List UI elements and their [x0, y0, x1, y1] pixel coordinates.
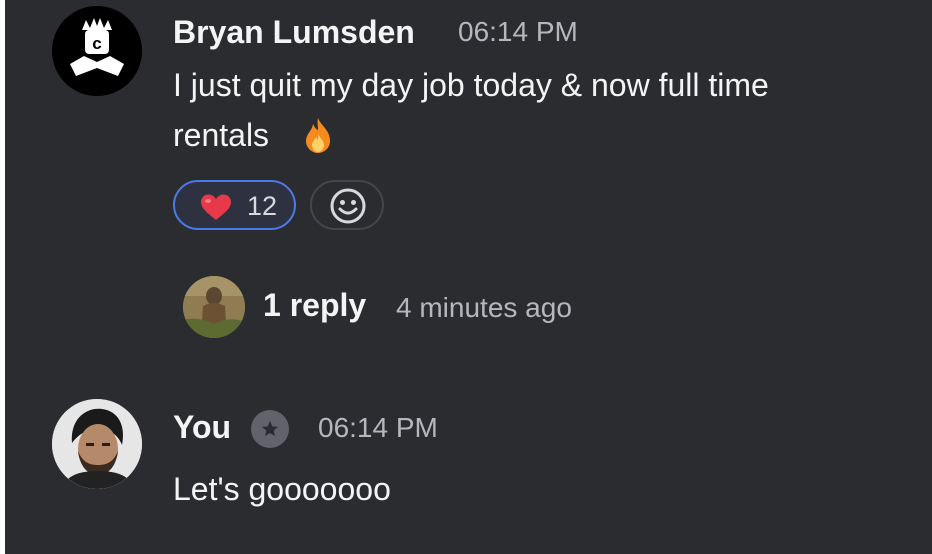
- reply-avatar[interactable]: [183, 276, 245, 338]
- star-badge-icon: [251, 410, 289, 448]
- avatar[interactable]: [52, 399, 142, 489]
- avatar[interactable]: c: [52, 6, 142, 96]
- message-timestamp: 06:14 PM: [318, 412, 438, 443]
- author-name[interactable]: Bryan Lumsden: [173, 14, 415, 51]
- message-text: Let's gooooooo: [173, 471, 391, 507]
- fire-emoji-icon: [303, 116, 333, 159]
- reaction-count: 12: [247, 191, 278, 221]
- add-reaction-button[interactable]: [310, 180, 384, 230]
- message-timestamp: 06:14 PM: [458, 16, 578, 47]
- chat-panel: c Bryan Lumsden 06:14 PM I just quit my …: [5, 0, 932, 554]
- heart-emoji-icon: [199, 193, 233, 226]
- logo-icon: c: [52, 6, 142, 96]
- message-text-line-2: rentals: [173, 117, 270, 153]
- reaction-heart-button[interactable]: 12: [173, 180, 296, 230]
- smiley-icon: [329, 187, 367, 230]
- reply-timestamp: 4 minutes ago: [396, 292, 572, 323]
- reply-count-link[interactable]: 1 reply: [263, 287, 366, 324]
- message-text-line-1: I just quit my day job today & now full …: [173, 67, 769, 103]
- svg-text:c: c: [92, 34, 101, 53]
- author-name[interactable]: You: [173, 409, 231, 446]
